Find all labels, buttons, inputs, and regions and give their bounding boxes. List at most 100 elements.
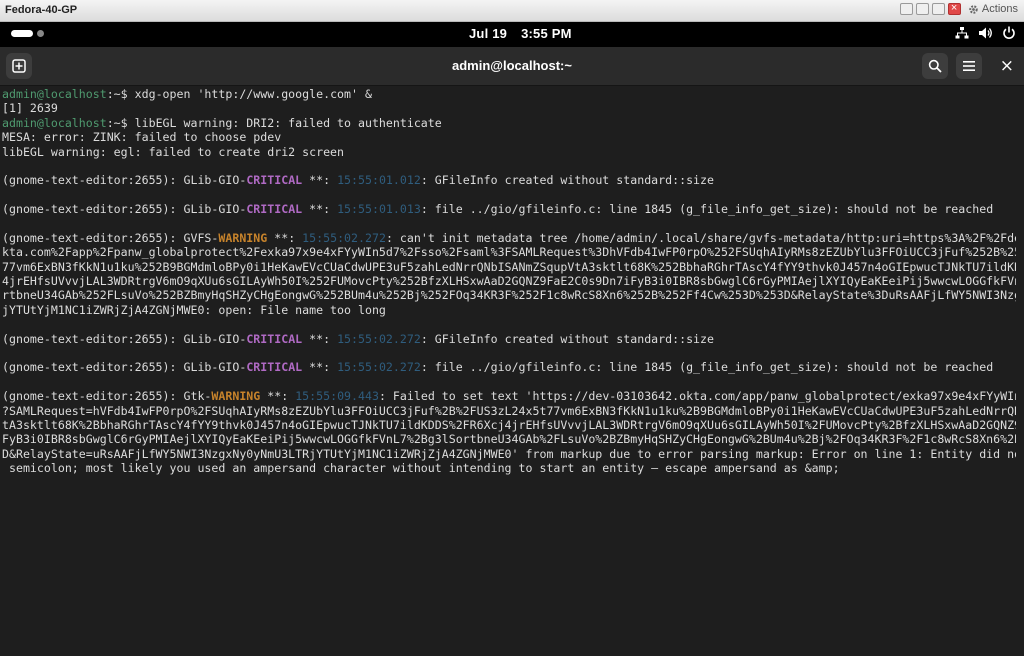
- terminal-text: : Failed to set text 'https://dev-031036…: [378, 389, 1016, 404]
- timestamp: 15:55:01.012: [337, 173, 421, 188]
- terminal-text: MESA: error: ZINK: failed to choose pdev: [2, 130, 282, 145]
- terminal-text: jYTUtYjM1NC1iZWRjZjA4ZGNjMWE0: open: Fil…: [2, 302, 386, 317]
- terminal-text: **:: [260, 389, 296, 404]
- close-icon: ×: [999, 56, 1014, 76]
- terminal-text: tA3sktlt68K%2BbhaRGhrTAscY4fYY9thvk0J457…: [2, 417, 1016, 432]
- power-icon: [1003, 26, 1015, 39]
- terminal-text: **:: [302, 173, 338, 188]
- terminal-line: ?SAMLRequest=hVFdb4IwFP0rpO%2FSUqhAIyRMs…: [2, 404, 1016, 418]
- terminal-text: : file ../gio/gfileinfo.c: line 1845 (g_…: [420, 360, 994, 375]
- warning-label: WARNING: [218, 230, 268, 245]
- close-window-button[interactable]: ×: [1000, 56, 1014, 76]
- terminal-text: **:: [267, 230, 303, 245]
- terminal-line: 4jrEHfsUVvvjLAL3WDRtrgV6mO9qXUu6sGILAyWh…: [2, 274, 1016, 288]
- critical-label: CRITICAL: [246, 202, 303, 217]
- search-button[interactable]: [922, 53, 948, 79]
- terminal-text: : GFileInfo created without standard::si…: [420, 331, 714, 346]
- terminal-line: (gnome-text-editor:2655): GLib-GIO-CRITI…: [2, 173, 1016, 187]
- terminal-text: FyB3i0IBR8sbGwglC6rGyPMIAejlXYIQyEaKEeiP…: [2, 432, 1016, 447]
- terminal-line: MESA: error: ZINK: failed to choose pdev: [2, 130, 1016, 144]
- volume-icon: [979, 27, 992, 39]
- terminal-text: libEGL warning: egl: failed to create dr…: [2, 144, 345, 159]
- vm-window-bar: Fedora-40-GP Actions: [0, 0, 1024, 22]
- terminal-line: tA3sktlt68K%2BbhaRGhrTAscY4fYY9thvk0J457…: [2, 418, 1016, 432]
- gnome-top-bar: Jul 19 3:55 PM: [0, 22, 1024, 47]
- vm-actions-label: Actions: [981, 3, 1018, 15]
- terminal-text: : can't init metadata tree /home/admin/.…: [385, 230, 1016, 245]
- terminal-text: (gnome-text-editor:2655): Gtk-: [2, 389, 212, 404]
- terminal-line: rtbneU34GAb%252FLsuVo%252BZBmyHqSHZyCHgE…: [2, 288, 1016, 302]
- critical-label: CRITICAL: [246, 173, 303, 188]
- timestamp: 15:55:09.443: [295, 389, 379, 404]
- terminal-text: : file ../gio/gfileinfo.c: line 1845 (g_…: [420, 202, 994, 217]
- terminal-line: (gnome-text-editor:2655): GLib-GIO-CRITI…: [2, 332, 1016, 346]
- prompt-text: admin@localhost: [2, 87, 107, 101]
- clock-button[interactable]: Jul 19 3:55 PM: [469, 26, 572, 41]
- terminal-text: (gnome-text-editor:2655): GLib-GIO-: [2, 360, 247, 375]
- terminal-line: FyB3i0IBR8sbGwglC6rGyPMIAejlXYIQyEaKEeiP…: [2, 432, 1016, 446]
- terminal-text: **:: [302, 331, 338, 346]
- clock-time: 3:55 PM: [521, 26, 572, 41]
- terminal-text: :~$ xdg-open 'http://www.google.com' &: [106, 87, 372, 101]
- terminal-text: (gnome-text-editor:2655): GVFS-: [2, 230, 219, 245]
- timestamp: 15:55:02.272: [302, 230, 386, 245]
- terminal-line: kta.com%2Fapp%2Fpanw_globalprotect%2Fexk…: [2, 245, 1016, 259]
- vm-window-controls: Actions: [899, 3, 1018, 15]
- system-menu-button[interactable]: [955, 26, 1016, 40]
- network-wired-icon: [955, 27, 969, 39]
- prompt-text: admin@localhost: [2, 115, 107, 130]
- terminal-text: **:: [302, 202, 338, 217]
- terminal-text: 4jrEHfsUVvvjLAL3WDRtrgV6mO9qXUu6sGILAyWh…: [2, 274, 1016, 289]
- clock-date: Jul 19: [469, 26, 508, 41]
- terminal-text: (gnome-text-editor:2655): GLib-GIO-: [2, 202, 247, 217]
- terminal-line: (gnome-text-editor:2655): Gtk-WARNING **…: [2, 389, 1016, 403]
- terminal-text: (gnome-text-editor:2655): GLib-GIO-: [2, 173, 247, 188]
- vm-maximize-icon[interactable]: [931, 3, 945, 15]
- workspace-indicator: [37, 30, 44, 37]
- terminal-header-bar: admin@localhost:~ ×: [0, 47, 1024, 86]
- terminal-line: (gnome-text-editor:2655): GLib-GIO-CRITI…: [2, 202, 1016, 216]
- critical-label: CRITICAL: [246, 360, 303, 375]
- terminal-scrollbar[interactable]: [1017, 90, 1022, 650]
- terminal-line: D&RelayState=uRsAAFjLfWY5NWI3NzgxNy0yNmU…: [2, 447, 1016, 461]
- terminal-title: admin@localhost:~: [452, 58, 572, 73]
- vm-minimize-icon[interactable]: [915, 3, 929, 15]
- terminal-line: admin@localhost:~$ xdg-open 'http://www.…: [2, 87, 1016, 101]
- terminal-line: (gnome-text-editor:2655): GLib-GIO-CRITI…: [2, 360, 1016, 374]
- vm-actions-button[interactable]: Actions: [968, 3, 1018, 15]
- terminal-line: jYTUtYjM1NC1iZWRjZjA4ZGNjMWE0: open: Fil…: [2, 303, 1016, 317]
- terminal-line: (gnome-text-editor:2655): GVFS-WARNING *…: [2, 231, 1016, 245]
- warning-label: WARNING: [211, 389, 261, 404]
- terminal-text: ?SAMLRequest=hVFdb4IwFP0rpO%2FSUqhAIyRMs…: [2, 403, 1016, 418]
- terminal-text: (gnome-text-editor:2655): GLib-GIO-: [2, 331, 247, 346]
- activities-button[interactable]: [11, 30, 44, 37]
- menu-icon: [963, 61, 975, 71]
- gear-icon: [969, 4, 978, 14]
- terminal-line: semicolon; most likely you used an amper…: [2, 461, 1016, 475]
- critical-label: CRITICAL: [246, 331, 303, 346]
- vm-restore-icon[interactable]: [899, 3, 913, 15]
- terminal-text: **:: [302, 360, 338, 375]
- terminal-line: libEGL warning: egl: failed to create dr…: [2, 145, 1016, 159]
- terminal-line: [1] 2639: [2, 101, 1016, 115]
- terminal-text: : GFileInfo created without standard::si…: [420, 173, 714, 188]
- vm-close-button[interactable]: [947, 3, 961, 15]
- terminal-text: [1] 2639: [2, 101, 58, 116]
- terminal-line: admin@localhost:~$ libEGL warning: DRI2:…: [2, 116, 1016, 130]
- terminal-text: rtbneU34GAb%252FLsuVo%252BZBmyHqSHZyCHgE…: [2, 288, 1016, 303]
- timestamp: 15:55:01.013: [337, 202, 421, 217]
- terminal-text: 77vm6ExBN3fKkN1u1ku%252B9BGMdmloBPy0i1He…: [2, 259, 1016, 274]
- workspace-active-indicator: [11, 30, 33, 37]
- terminal-text: D&RelayState=uRsAAFjLfWY5NWI3NzgxNy0yNmU…: [2, 446, 1016, 461]
- terminal-line: 77vm6ExBN3fKkN1u1ku%252B9BGMdmloBPy0i1He…: [2, 260, 1016, 274]
- main-menu-button[interactable]: [956, 53, 982, 79]
- terminal-output[interactable]: admin@localhost:~$ xdg-open 'http://www.…: [0, 86, 1016, 656]
- timestamp: 15:55:02.272: [337, 331, 421, 346]
- search-icon: [928, 59, 942, 73]
